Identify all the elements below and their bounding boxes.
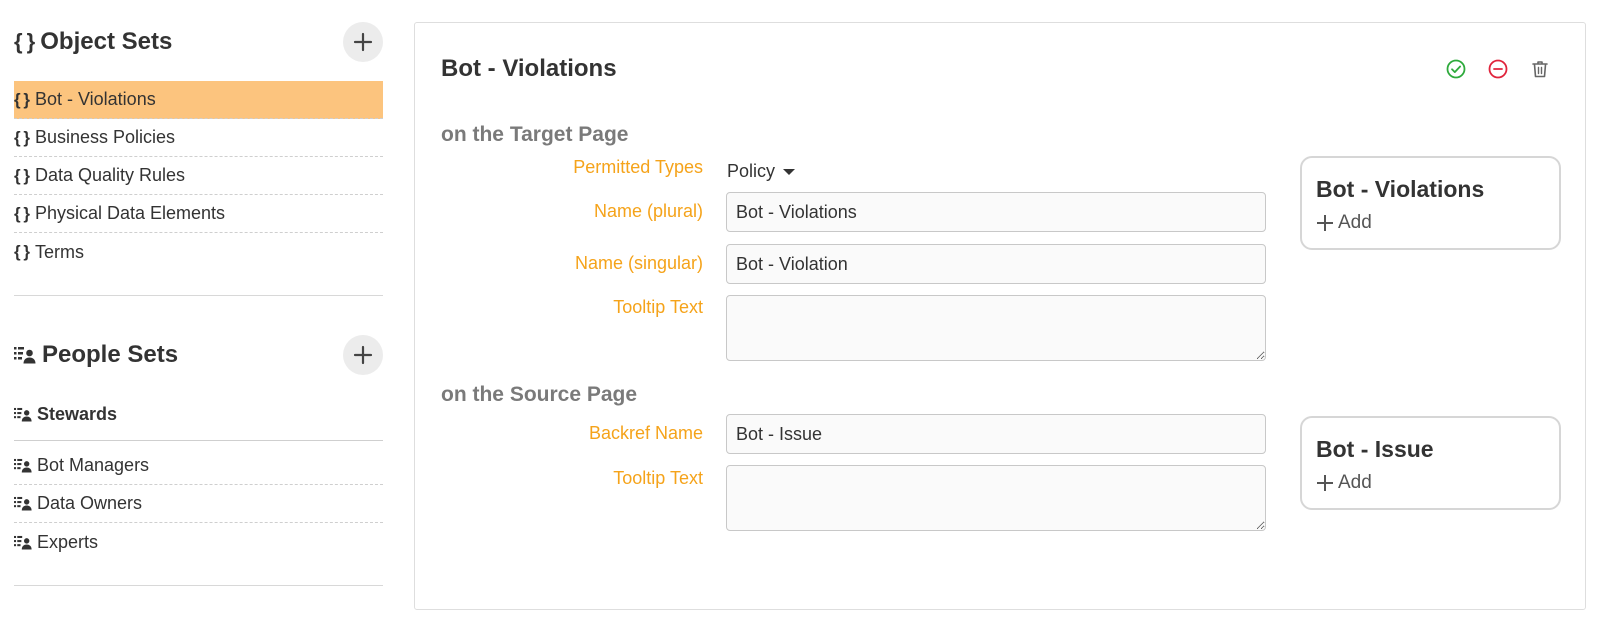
people-list-icon <box>14 535 32 549</box>
object-set-item-terms[interactable]: { } Terms <box>14 233 383 271</box>
add-people-set-button[interactable] <box>343 335 383 375</box>
name-plural-label: Name (plural) <box>593 201 703 221</box>
people-set-label: Bot Managers <box>37 455 150 475</box>
source-tooltip-label: Tooltip Text <box>613 468 703 488</box>
caret-down-icon <box>783 168 796 175</box>
check-circle-icon[interactable] <box>1445 58 1467 80</box>
people-set-label: Experts <box>37 531 99 552</box>
name-singular-label: Name (singular) <box>574 253 703 273</box>
permitted-types-dropdown[interactable]: Policy <box>727 161 796 182</box>
plus-icon <box>1317 215 1333 231</box>
permitted-types-label: Permitted Types <box>573 157 703 177</box>
target-preview-add-label: Add <box>1338 212 1372 233</box>
object-set-label: Data Quality Rules <box>34 165 186 185</box>
object-set-label: Physical Data Elements <box>34 203 226 223</box>
object-set-label: Business Policies <box>34 127 176 147</box>
name-singular-input[interactable] <box>726 244 1266 284</box>
relation-editor-card: Bot - Violations on the Target Page Perm… <box>414 22 1586 610</box>
braces-icon: { } <box>14 127 30 147</box>
section-divider <box>14 295 383 296</box>
name-plural-input[interactable] <box>726 192 1266 232</box>
target-preview-card: Bot - Violations Add <box>1300 156 1561 250</box>
braces-icon: { } <box>14 203 30 223</box>
object-sets-title: { } Object Sets <box>14 28 172 56</box>
target-preview-title: Bot - Violations <box>1316 176 1485 202</box>
people-set-item-data-owners[interactable]: Data Owners <box>14 485 383 523</box>
section-divider <box>14 585 383 586</box>
people-group-stewards[interactable]: Stewards <box>14 389 383 441</box>
people-group-label: Stewards <box>37 404 118 424</box>
object-set-item-data-quality-rules[interactable]: { } Data Quality Rules <box>14 157 383 195</box>
trash-icon[interactable] <box>1529 58 1551 80</box>
braces-icon: { } <box>14 89 30 109</box>
sidebar: { } Object Sets { } Bot - Violations { }… <box>14 0 383 586</box>
plus-icon <box>353 345 373 365</box>
target-preview-add-button[interactable]: Add <box>1316 212 1372 234</box>
source-preview-add-button[interactable]: Add <box>1316 472 1372 494</box>
target-page-heading: on the Target Page <box>441 123 629 146</box>
source-preview-add-label: Add <box>1338 472 1372 493</box>
people-list-icon <box>14 407 32 422</box>
source-tooltip-textarea[interactable] <box>726 465 1266 531</box>
braces-icon: { } <box>14 165 30 185</box>
source-preview-card: Bot - Issue Add <box>1300 416 1561 510</box>
backref-name-input[interactable] <box>726 414 1266 454</box>
people-sets-title-text: People Sets <box>42 341 179 368</box>
object-sets-title-text: Object Sets <box>40 28 173 55</box>
add-object-set-button[interactable] <box>343 22 383 62</box>
braces-icon: { } <box>14 29 35 54</box>
object-set-item-physical-data-elements[interactable]: { } Physical Data Elements <box>14 195 383 233</box>
target-tooltip-textarea[interactable] <box>726 295 1266 361</box>
target-tooltip-label: Tooltip Text <box>613 297 703 317</box>
object-set-label: Bot - Violations <box>34 89 156 109</box>
people-sets-list: Bot Managers Data Owners Experts <box>14 447 383 561</box>
people-set-label: Data Owners <box>37 493 143 513</box>
object-set-item-bot-violations[interactable]: { } Bot - Violations <box>14 81 383 119</box>
people-sets-header: People Sets <box>14 333 383 377</box>
people-list-icon <box>14 347 36 364</box>
editor-title: Bot - Violations <box>441 55 617 82</box>
object-sets-header: { } Object Sets <box>14 20 383 64</box>
object-set-item-business-policies[interactable]: { } Business Policies <box>14 119 383 157</box>
source-preview-title: Bot - Issue <box>1316 436 1434 462</box>
people-sets-title: People Sets <box>14 341 178 369</box>
minus-circle-icon[interactable] <box>1487 58 1509 80</box>
backref-name-label: Backref Name <box>588 423 703 443</box>
object-sets-list: { } Bot - Violations { } Business Polici… <box>14 81 383 271</box>
editor-actions <box>1445 58 1551 80</box>
object-set-label: Terms <box>34 241 84 262</box>
plus-icon <box>1317 475 1333 491</box>
people-set-item-bot-managers[interactable]: Bot Managers <box>14 447 383 485</box>
people-list-icon <box>14 458 32 473</box>
plus-icon <box>353 32 373 52</box>
people-set-item-experts[interactable]: Experts <box>14 523 383 561</box>
source-page-heading: on the Source Page <box>441 383 638 406</box>
braces-icon: { } <box>14 242 30 261</box>
permitted-types-value: Policy <box>727 161 776 181</box>
people-list-icon <box>14 496 32 511</box>
